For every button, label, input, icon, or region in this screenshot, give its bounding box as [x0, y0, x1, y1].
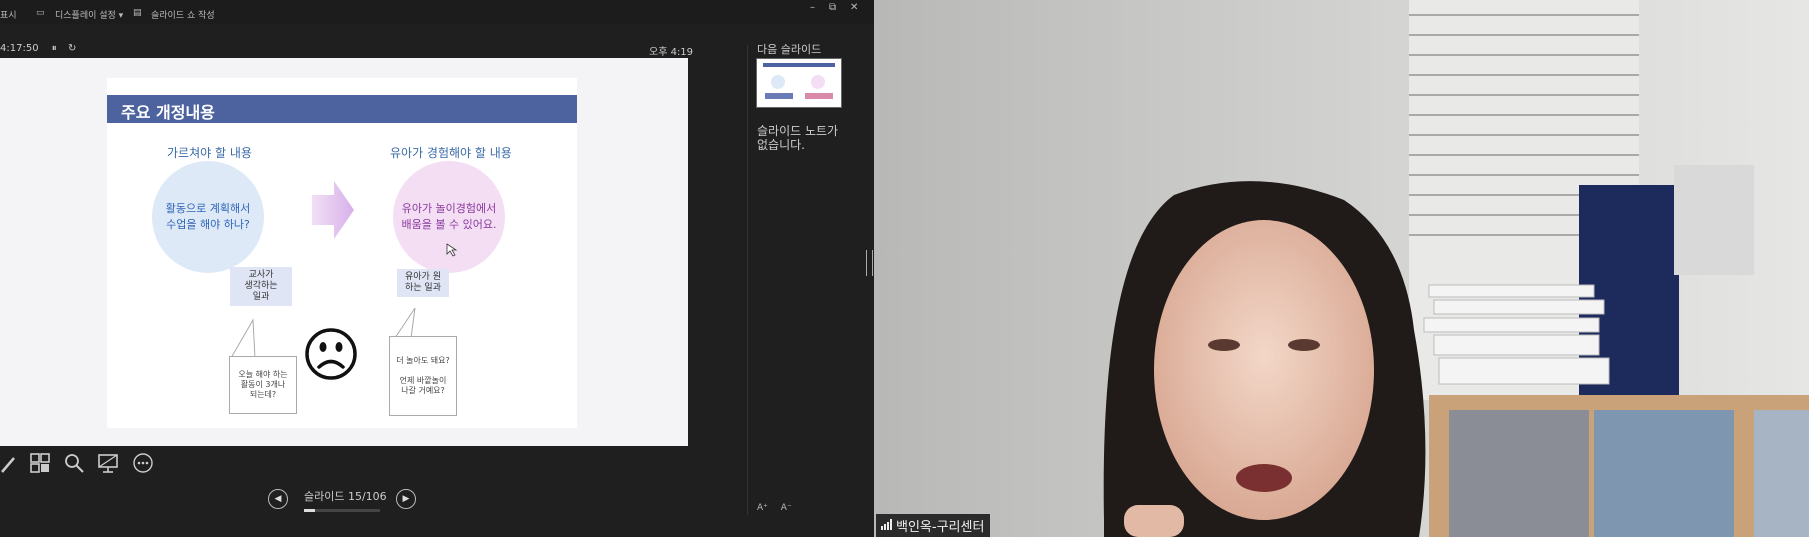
display-settings-menu[interactable]: 디스플레이 설정 ▾ — [55, 8, 123, 21]
decrease-font-button[interactable]: A⁻ — [781, 503, 792, 513]
webcam-video — [874, 0, 1809, 537]
slide-progress-fill — [304, 509, 315, 512]
reset-timer-button[interactable]: ↻ — [68, 43, 76, 54]
black-screen-icon[interactable] — [97, 452, 119, 474]
slide-notes: 슬라이드 노트가 없습니다. — [757, 124, 839, 152]
next-slide-thumbnail[interactable] — [756, 58, 842, 108]
bubble-tail — [230, 318, 256, 359]
slide-progress-bar — [304, 509, 380, 512]
presenter-view: 표시 ▭ 디스플레이 설정 ▾ ▤ 슬라이드 쇼 작성 – ⧉ ✕ 4:17:5… — [0, 0, 874, 537]
increase-font-button[interactable]: A⁺ — [757, 503, 768, 513]
child-speech-bubble: 더 놀아도 돼요? 언제 바깥놀이 나갈 거예요? — [389, 336, 457, 416]
close-button[interactable]: ✕ — [850, 2, 858, 13]
next-slide-label: 다음 슬라이드 — [757, 43, 822, 56]
current-time: 오후 4:19 — [649, 47, 694, 58]
next-slide-button[interactable]: ▶ — [396, 489, 416, 509]
slide-counter: 슬라이드 15/106 — [304, 490, 387, 503]
notes-font-controls: A⁺ A⁻ — [757, 503, 792, 513]
pause-timer-button[interactable]: ⏸ — [52, 43, 57, 54]
see-all-slides-icon[interactable] — [29, 452, 51, 474]
child-routine-label: 유아가 원 하는 일과 — [397, 269, 449, 297]
restore-button[interactable]: ⧉ — [829, 2, 836, 13]
monitor-icon: ▭ — [36, 8, 45, 18]
bubble-tail — [394, 307, 416, 339]
current-slide: 주요 개정내용 가르쳐야 할 내용 유아가 경험해야 할 내용 활동으로 계획해… — [107, 78, 577, 428]
timer-bar: 4:17:50 ⏸ ↻ — [0, 43, 76, 54]
teacher-speech-bubble: 오늘 해야 하는 활동이 3개나 되는데? — [229, 356, 297, 414]
pen-icon[interactable] — [0, 452, 22, 474]
mouse-cursor-icon — [446, 243, 458, 257]
slide-title-bar: 주요 개정내용 — [107, 95, 577, 123]
right-column-heading: 유아가 경험해야 할 내용 — [390, 146, 512, 160]
sad-face-icon — [305, 328, 357, 380]
slide-title: 주요 개정내용 — [121, 103, 215, 122]
participant-name: 백인옥-구리센터 — [896, 520, 985, 535]
minimize-button[interactable]: – — [810, 2, 815, 13]
panel-divider — [747, 45, 748, 515]
show-taskbar-menu[interactable]: 표시 — [0, 8, 17, 21]
arrow-right-icon — [312, 181, 354, 239]
presenter-toolbar: 표시 ▭ 디스플레이 설정 ▾ ▤ 슬라이드 쇼 작성 – ⧉ ✕ — [0, 0, 874, 24]
teacher-circle: 활동으로 계획해서 수업을 해야 하나? — [152, 161, 264, 273]
signal-strength-icon — [881, 519, 892, 530]
participant-name-tag: 백인옥-구리센터 — [876, 514, 991, 537]
teacher-routine-label: 교사가 생각하는 일과 — [230, 267, 292, 306]
elapsed-time: 4:17:50 — [0, 43, 39, 54]
left-column-heading: 가르쳐야 할 내용 — [167, 146, 252, 160]
webcam-scene — [874, 0, 1809, 537]
resize-handle[interactable] — [866, 250, 873, 276]
current-slide-frame[interactable]: 주요 개정내용 가르쳐야 할 내용 유아가 경험해야 할 내용 활동으로 계획해… — [0, 58, 688, 446]
slideshow-icon: ▤ — [133, 8, 142, 18]
more-options-icon[interactable] — [132, 452, 154, 474]
zoom-icon[interactable] — [63, 452, 85, 474]
previous-slide-button[interactable]: ◀ — [268, 489, 288, 509]
end-slideshow-menu[interactable]: 슬라이드 쇼 작성 — [151, 8, 215, 21]
